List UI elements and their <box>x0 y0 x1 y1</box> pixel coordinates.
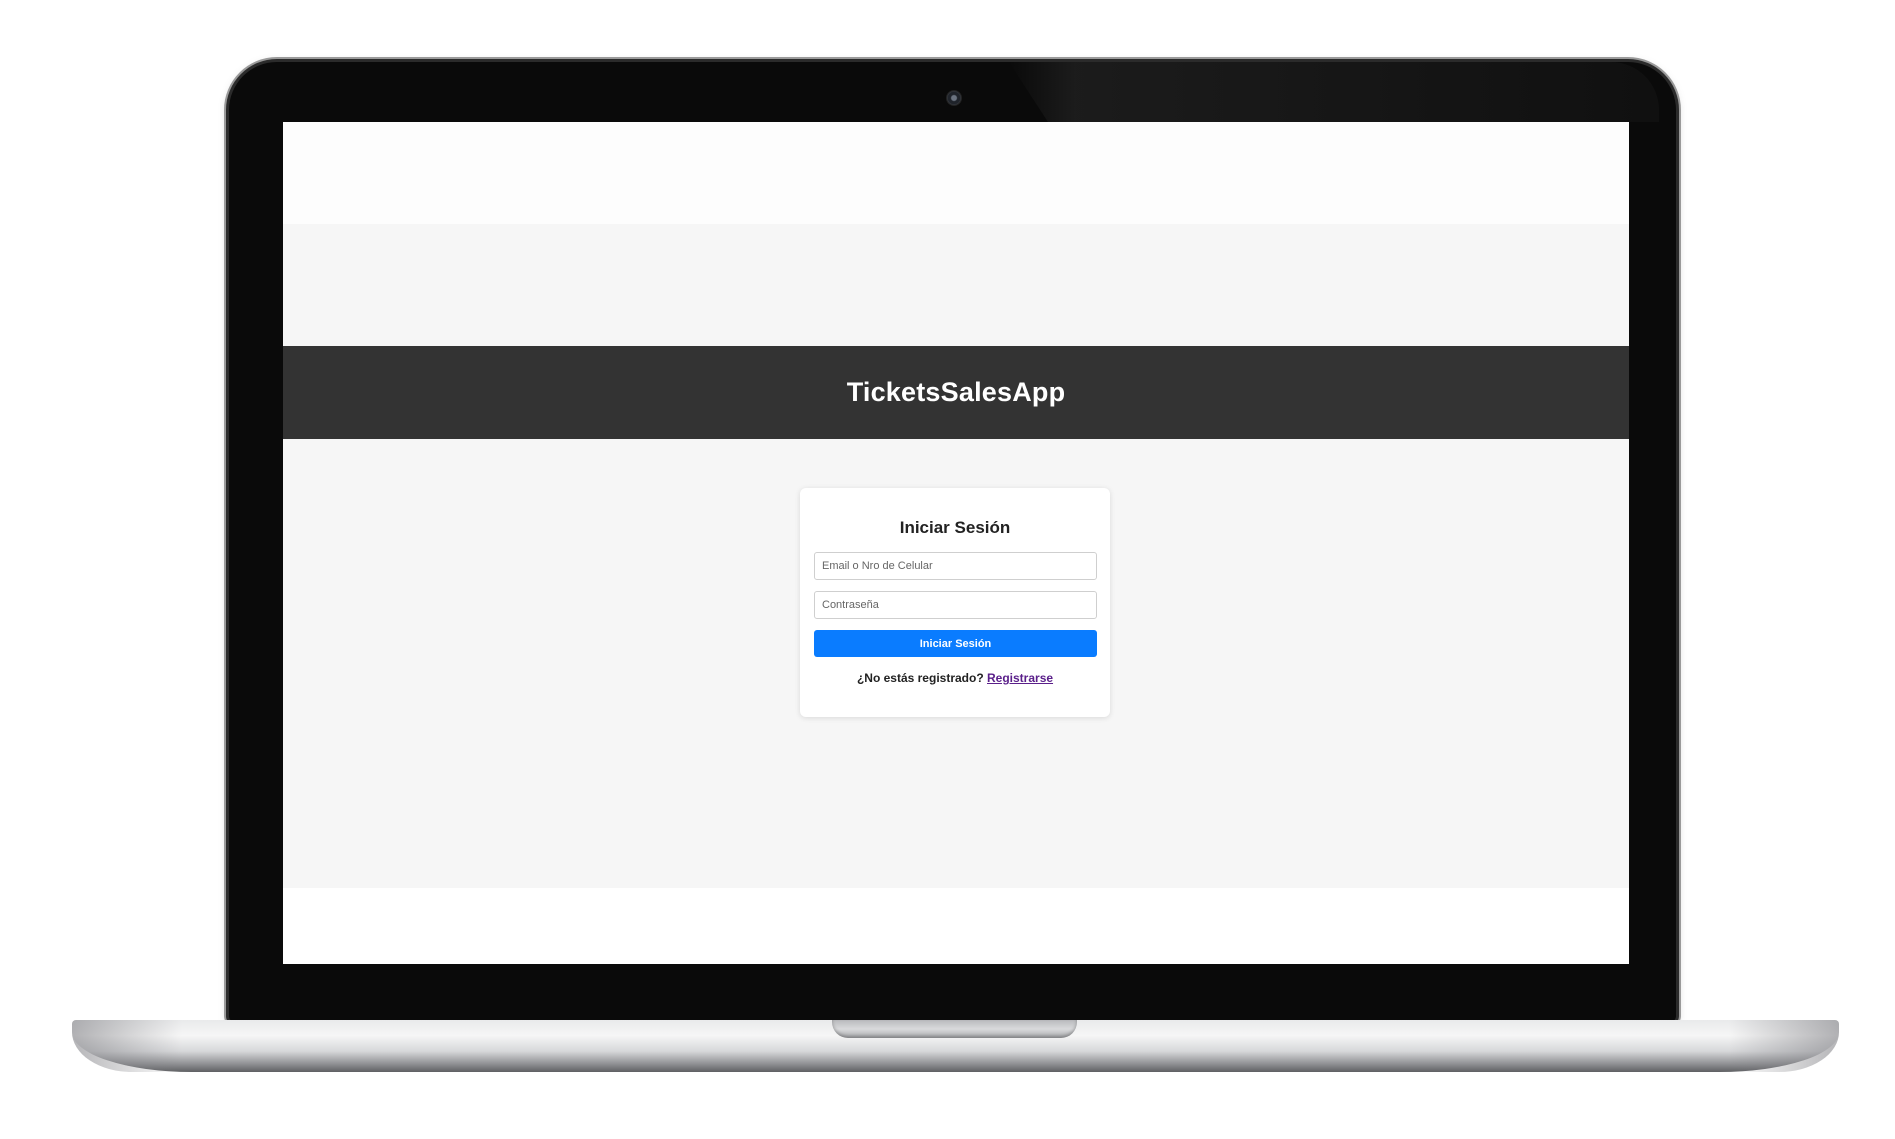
login-form: Iniciar Sesión Iniciar Sesión ¿No estás … <box>800 488 1110 717</box>
screen-top-area <box>283 122 1629 224</box>
email-input[interactable] <box>814 552 1097 580</box>
laptop-opening-notch <box>832 1020 1077 1038</box>
app-header: TicketsSalesApp <box>283 346 1629 439</box>
password-input[interactable] <box>814 591 1097 619</box>
laptop-base-left-edge <box>72 1020 182 1072</box>
login-heading: Iniciar Sesión <box>899 518 1011 537</box>
register-prompt: ¿No estás registrado? <box>856 671 984 685</box>
laptop-screen: TicketsSalesApp Iniciar Sesión Iniciar S… <box>283 122 1629 964</box>
lid-glare <box>1009 62 1659 122</box>
laptop-mockup: TicketsSalesApp Iniciar Sesión Iniciar S… <box>0 0 1895 1139</box>
webcam-icon <box>947 91 961 105</box>
screen-bottom-area <box>283 888 1629 964</box>
register-line: ¿No estás registrado? Registrarse <box>800 671 1110 685</box>
app-title: TicketsSalesApp <box>846 377 1066 407</box>
laptop-base-right-edge <box>1729 1020 1839 1072</box>
register-link[interactable]: Registrarse <box>987 671 1053 685</box>
login-button[interactable]: Iniciar Sesión <box>814 630 1097 657</box>
